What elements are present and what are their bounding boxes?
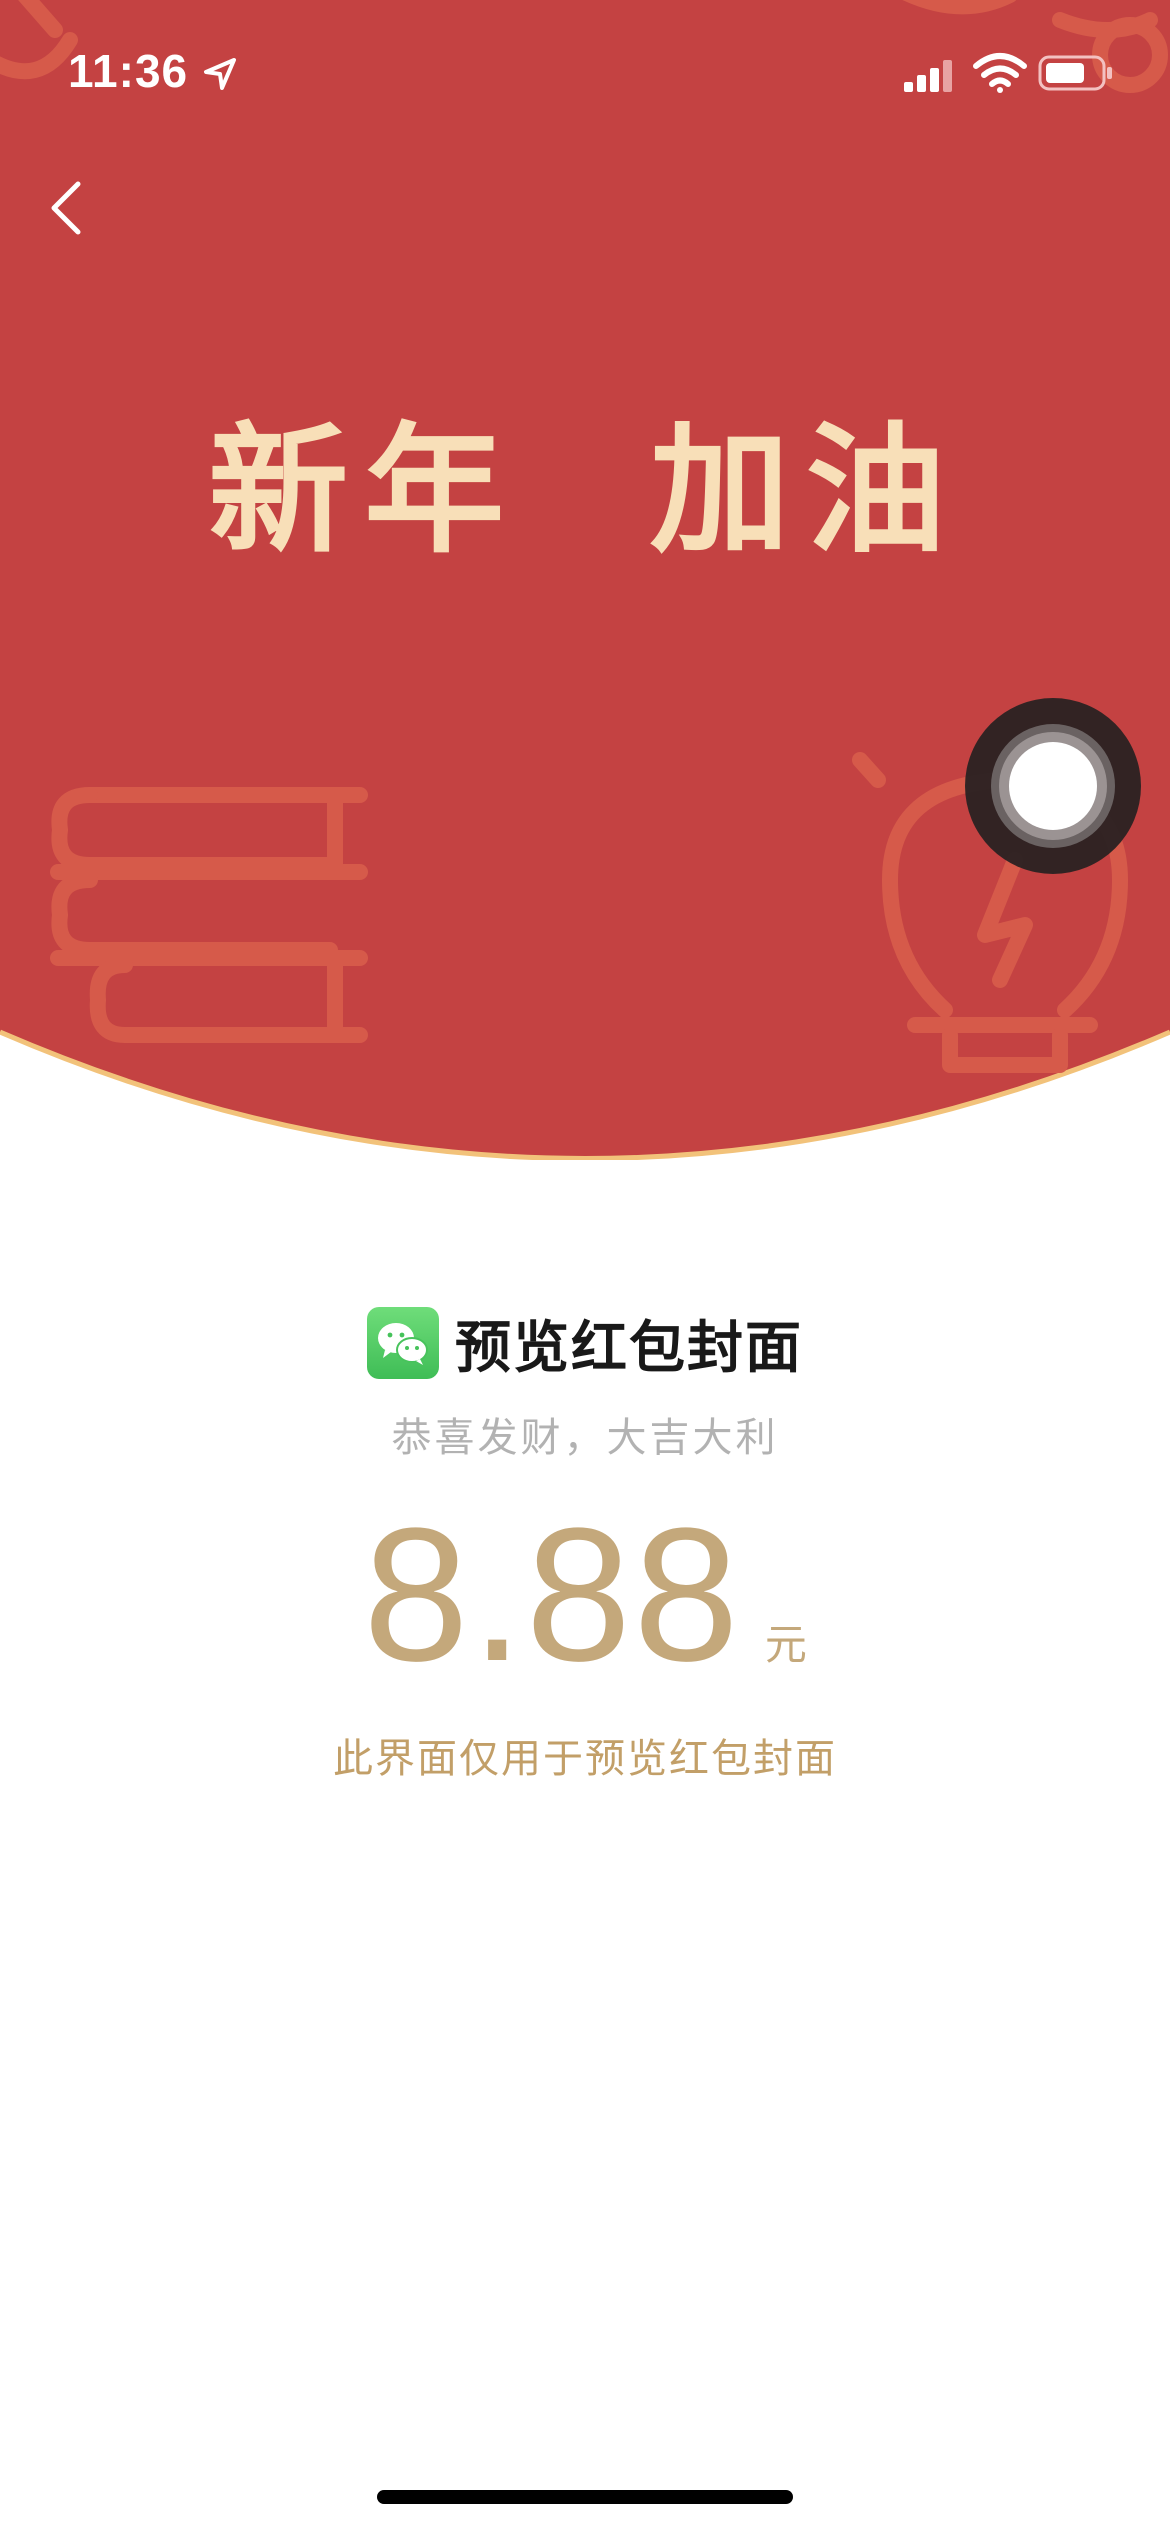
red-packet-preview-screen: 11:36 新年 加油 预览红包封面 恭喜发财，大吉大利 8.88 元 此界面仅… (0, 0, 1170, 2532)
chevron-left-icon (51, 181, 81, 235)
status-time: 11:36 (68, 45, 189, 97)
sender-row: 预览红包封面 (0, 1305, 1170, 1381)
back-button[interactable] (36, 160, 136, 260)
cover-title: 新年 加油 (208, 409, 962, 573)
currency-unit: 元 (764, 1620, 807, 1669)
status-bar: 11:36 (0, 0, 1170, 140)
red-packet-cover (0, 0, 1170, 1160)
assistive-touch-icon (965, 698, 1141, 874)
blessing-text: 恭喜发财，大吉大利 (391, 1415, 779, 1461)
assistive-touch-button[interactable] (963, 696, 1143, 876)
cellular-signal-icon (904, 60, 952, 92)
amount-row: 8.88 元 (0, 1489, 1170, 1701)
preview-note: 此界面仅用于预览红包封面 (333, 1736, 837, 1782)
location-arrow-icon (204, 58, 236, 90)
wechat-icon (367, 1307, 439, 1379)
wifi-icon (973, 53, 1027, 93)
sender-name: 预览红包封面 (455, 1315, 803, 1381)
amount-value: 8.88 (363, 1489, 741, 1701)
battery-icon (1038, 55, 1112, 91)
home-indicator[interactable] (377, 2490, 793, 2504)
